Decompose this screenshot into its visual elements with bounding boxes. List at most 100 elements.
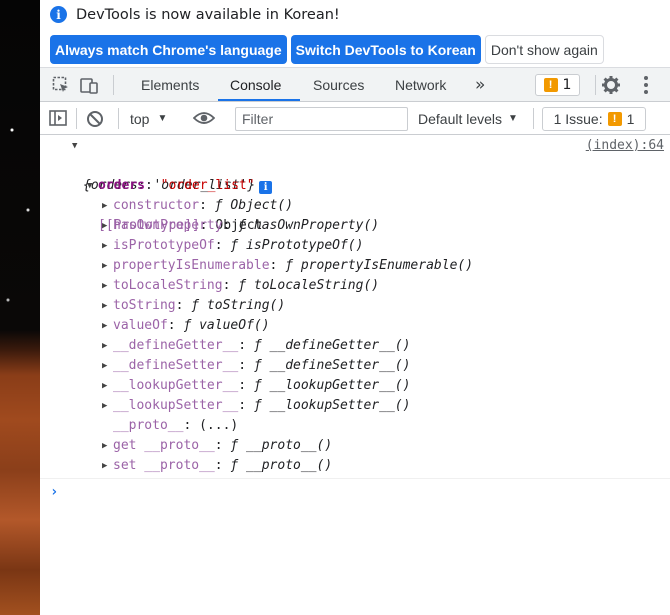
devtools-panel: i DevTools is now available in Korean! A… xyxy=(40,0,670,615)
always-match-language-button[interactable]: Always match Chrome's language xyxy=(50,35,287,64)
chevron-down-icon: ▼ xyxy=(508,113,518,124)
expanded-triangle-icon[interactable]: ▼ xyxy=(87,176,92,196)
info-icon: i xyxy=(50,6,67,23)
member-entry: toString: ƒ toString() xyxy=(113,298,286,313)
prototype-member-row[interactable]: ▶ constructor: ƒ Object() xyxy=(40,196,670,216)
member-entry: hasOwnProperty: ƒ hasOwnProperty() xyxy=(113,218,380,233)
member-key: __lookupGetter__ xyxy=(113,378,239,393)
prototype-member-row[interactable]: ▶ __lookupGetter__: ƒ __lookupGetter__() xyxy=(40,376,670,396)
collapsed-triangle-icon[interactable]: ▶ xyxy=(102,396,107,416)
prototype-member-row[interactable]: ▶ toLocaleString: ƒ toLocaleString() xyxy=(40,276,670,296)
member-value: ƒ __proto__() xyxy=(230,458,333,473)
more-options-icon[interactable] xyxy=(641,75,651,95)
tab-console[interactable]: Console xyxy=(230,68,281,102)
member-key: __proto__ xyxy=(113,418,184,433)
member-key: __lookupSetter__ xyxy=(113,398,239,413)
member-entry: valueOf: ƒ valueOf() xyxy=(113,318,270,333)
warnings-count: 1 xyxy=(562,77,572,93)
member-value: ƒ toString() xyxy=(191,298,286,313)
inspect-element-icon[interactable] xyxy=(52,76,70,94)
dont-show-again-button[interactable]: Don't show again xyxy=(484,35,604,64)
member-key: __defineSetter__ xyxy=(113,358,239,373)
prototype-member-row[interactable]: ▶ __lookupSetter__: ƒ __lookupSetter__() xyxy=(40,396,670,416)
prompt-chevron-icon: › xyxy=(50,484,59,500)
switch-devtools-korean-button[interactable]: Switch DevTools to Korean xyxy=(290,35,481,64)
tab-sources[interactable]: Sources xyxy=(313,68,364,102)
collapsed-triangle-icon[interactable]: ▶ xyxy=(102,376,107,396)
context-selector[interactable]: top ▼ xyxy=(130,108,167,129)
member-entry: get __proto__: ƒ __proto__() xyxy=(113,438,333,453)
collapsed-triangle-icon[interactable]: ▶ xyxy=(102,316,107,336)
member-value: ƒ isPrototypeOf() xyxy=(230,238,364,253)
show-sidebar-icon[interactable] xyxy=(49,110,67,126)
collapsed-triangle-icon[interactable]: ▶ xyxy=(102,276,107,296)
member-value: ƒ toLocaleString() xyxy=(238,278,380,293)
collapsed-triangle-icon[interactable]: ▶ xyxy=(102,456,107,476)
log-levels-dropdown[interactable]: Default levels ▼ xyxy=(418,108,518,129)
main-tab-bar: Elements Console Sources Network » ! 1 xyxy=(40,68,670,102)
prototype-member-row[interactable]: __proto__: (...) xyxy=(40,416,670,436)
member-entry: isPrototypeOf: ƒ isPrototypeOf() xyxy=(113,238,364,253)
member-entry: constructor: ƒ Object() xyxy=(113,198,294,213)
member-entry: toLocaleString: ƒ toLocaleString() xyxy=(113,278,380,293)
collapsed-triangle-icon[interactable]: ▶ xyxy=(102,196,107,216)
toolbar-separator xyxy=(76,108,77,129)
issues-count: 1 xyxy=(626,111,635,127)
eye-icon[interactable] xyxy=(193,110,215,126)
member-value: ƒ __lookupSetter__() xyxy=(253,398,411,413)
toolbar-separator xyxy=(118,108,119,129)
collapsed-triangle-icon[interactable]: ▶ xyxy=(102,296,107,316)
console-prompt-row[interactable]: › xyxy=(40,479,670,503)
tab-elements[interactable]: Elements xyxy=(141,68,199,102)
prototype-row[interactable]: ▼ [[Prototype]]: Object xyxy=(40,176,670,233)
tab-network[interactable]: Network xyxy=(395,68,446,102)
warnings-counter-button[interactable]: ! 1 xyxy=(535,74,580,96)
expanded-triangle-icon[interactable]: ▼ xyxy=(72,136,77,156)
prototype-members: ▶ constructor: ƒ Object() ▶ hasOwnProperty:… xyxy=(40,196,670,476)
background-image-strip xyxy=(0,0,40,615)
language-infobar: i DevTools is now available in Korean! A… xyxy=(40,0,670,68)
device-toolbar-icon[interactable] xyxy=(80,76,98,94)
source-link[interactable]: (index):64 xyxy=(586,136,664,156)
issues-label: 1 Issue: xyxy=(553,111,603,127)
log-entry: ▼ {orders: 'order_list'} i (index):64 ord… xyxy=(40,136,670,479)
gear-icon[interactable] xyxy=(601,75,621,95)
prototype-member-row[interactable]: ▶ propertyIsEnumerable: ƒ propertyIsEnume… xyxy=(40,256,670,276)
log-levels-label: Default levels xyxy=(418,110,503,127)
collapsed-triangle-icon[interactable]: ▶ xyxy=(102,336,107,356)
more-tabs-icon[interactable]: » xyxy=(475,75,485,95)
collapsed-triangle-icon[interactable]: ▶ xyxy=(102,436,107,456)
member-value: ƒ __defineGetter__() xyxy=(253,338,411,353)
context-value: top xyxy=(130,110,150,127)
collapsed-triangle-icon[interactable]: ▶ xyxy=(102,356,107,376)
member-key: valueOf xyxy=(113,318,168,333)
filter-input[interactable] xyxy=(235,107,408,131)
prototype-member-row[interactable]: ▶ get __proto__: ƒ __proto__() xyxy=(40,436,670,456)
prototype-member-row[interactable]: ▶ hasOwnProperty: ƒ hasOwnProperty() xyxy=(40,216,670,236)
member-entry: __lookupGetter__: ƒ __lookupGetter__() xyxy=(113,378,411,393)
member-value[interactable]: (...) xyxy=(199,418,238,433)
property-row: orders: "order_list" xyxy=(40,156,670,193)
collapsed-triangle-icon[interactable]: ▶ xyxy=(102,256,107,276)
prototype-member-row[interactable]: ▶ toString: ƒ toString() xyxy=(40,296,670,316)
object-summary-row[interactable]: ▼ {orders: 'order_list'} i (index):64 xyxy=(40,136,670,194)
infobar-message-line: i DevTools is now available in Korean! xyxy=(50,6,340,23)
prototype-member-row[interactable]: ▶ __defineGetter__: ƒ __defineGetter__() xyxy=(40,336,670,356)
member-key: __defineGetter__ xyxy=(113,338,239,353)
member-value: ƒ hasOwnProperty() xyxy=(238,218,380,233)
prototype-member-row[interactable]: ▶ __defineSetter__: ƒ __defineSetter__() xyxy=(40,356,670,376)
chevron-down-icon: ▼ xyxy=(157,113,168,124)
clear-console-icon[interactable] xyxy=(86,110,104,128)
prototype-member-row[interactable]: ▶ isPrototypeOf: ƒ isPrototypeOf() xyxy=(40,236,670,256)
member-key: hasOwnProperty xyxy=(113,218,223,233)
prototype-member-row[interactable]: ▶ set __proto__: ƒ __proto__() xyxy=(40,456,670,476)
member-key: toLocaleString xyxy=(113,278,223,293)
issues-button[interactable]: 1 Issue: ! 1 xyxy=(542,107,646,131)
collapsed-triangle-icon[interactable]: ▶ xyxy=(102,216,107,236)
active-tab-indicator xyxy=(218,99,300,101)
tab-separator xyxy=(113,75,114,95)
infobar-message: DevTools is now available in Korean! xyxy=(76,6,340,23)
prototype-member-row[interactable]: ▶ valueOf: ƒ valueOf() xyxy=(40,316,670,336)
member-entry: propertyIsEnumerable: ƒ propertyIsEnumer… xyxy=(113,258,474,273)
collapsed-triangle-icon[interactable]: ▶ xyxy=(102,236,107,256)
